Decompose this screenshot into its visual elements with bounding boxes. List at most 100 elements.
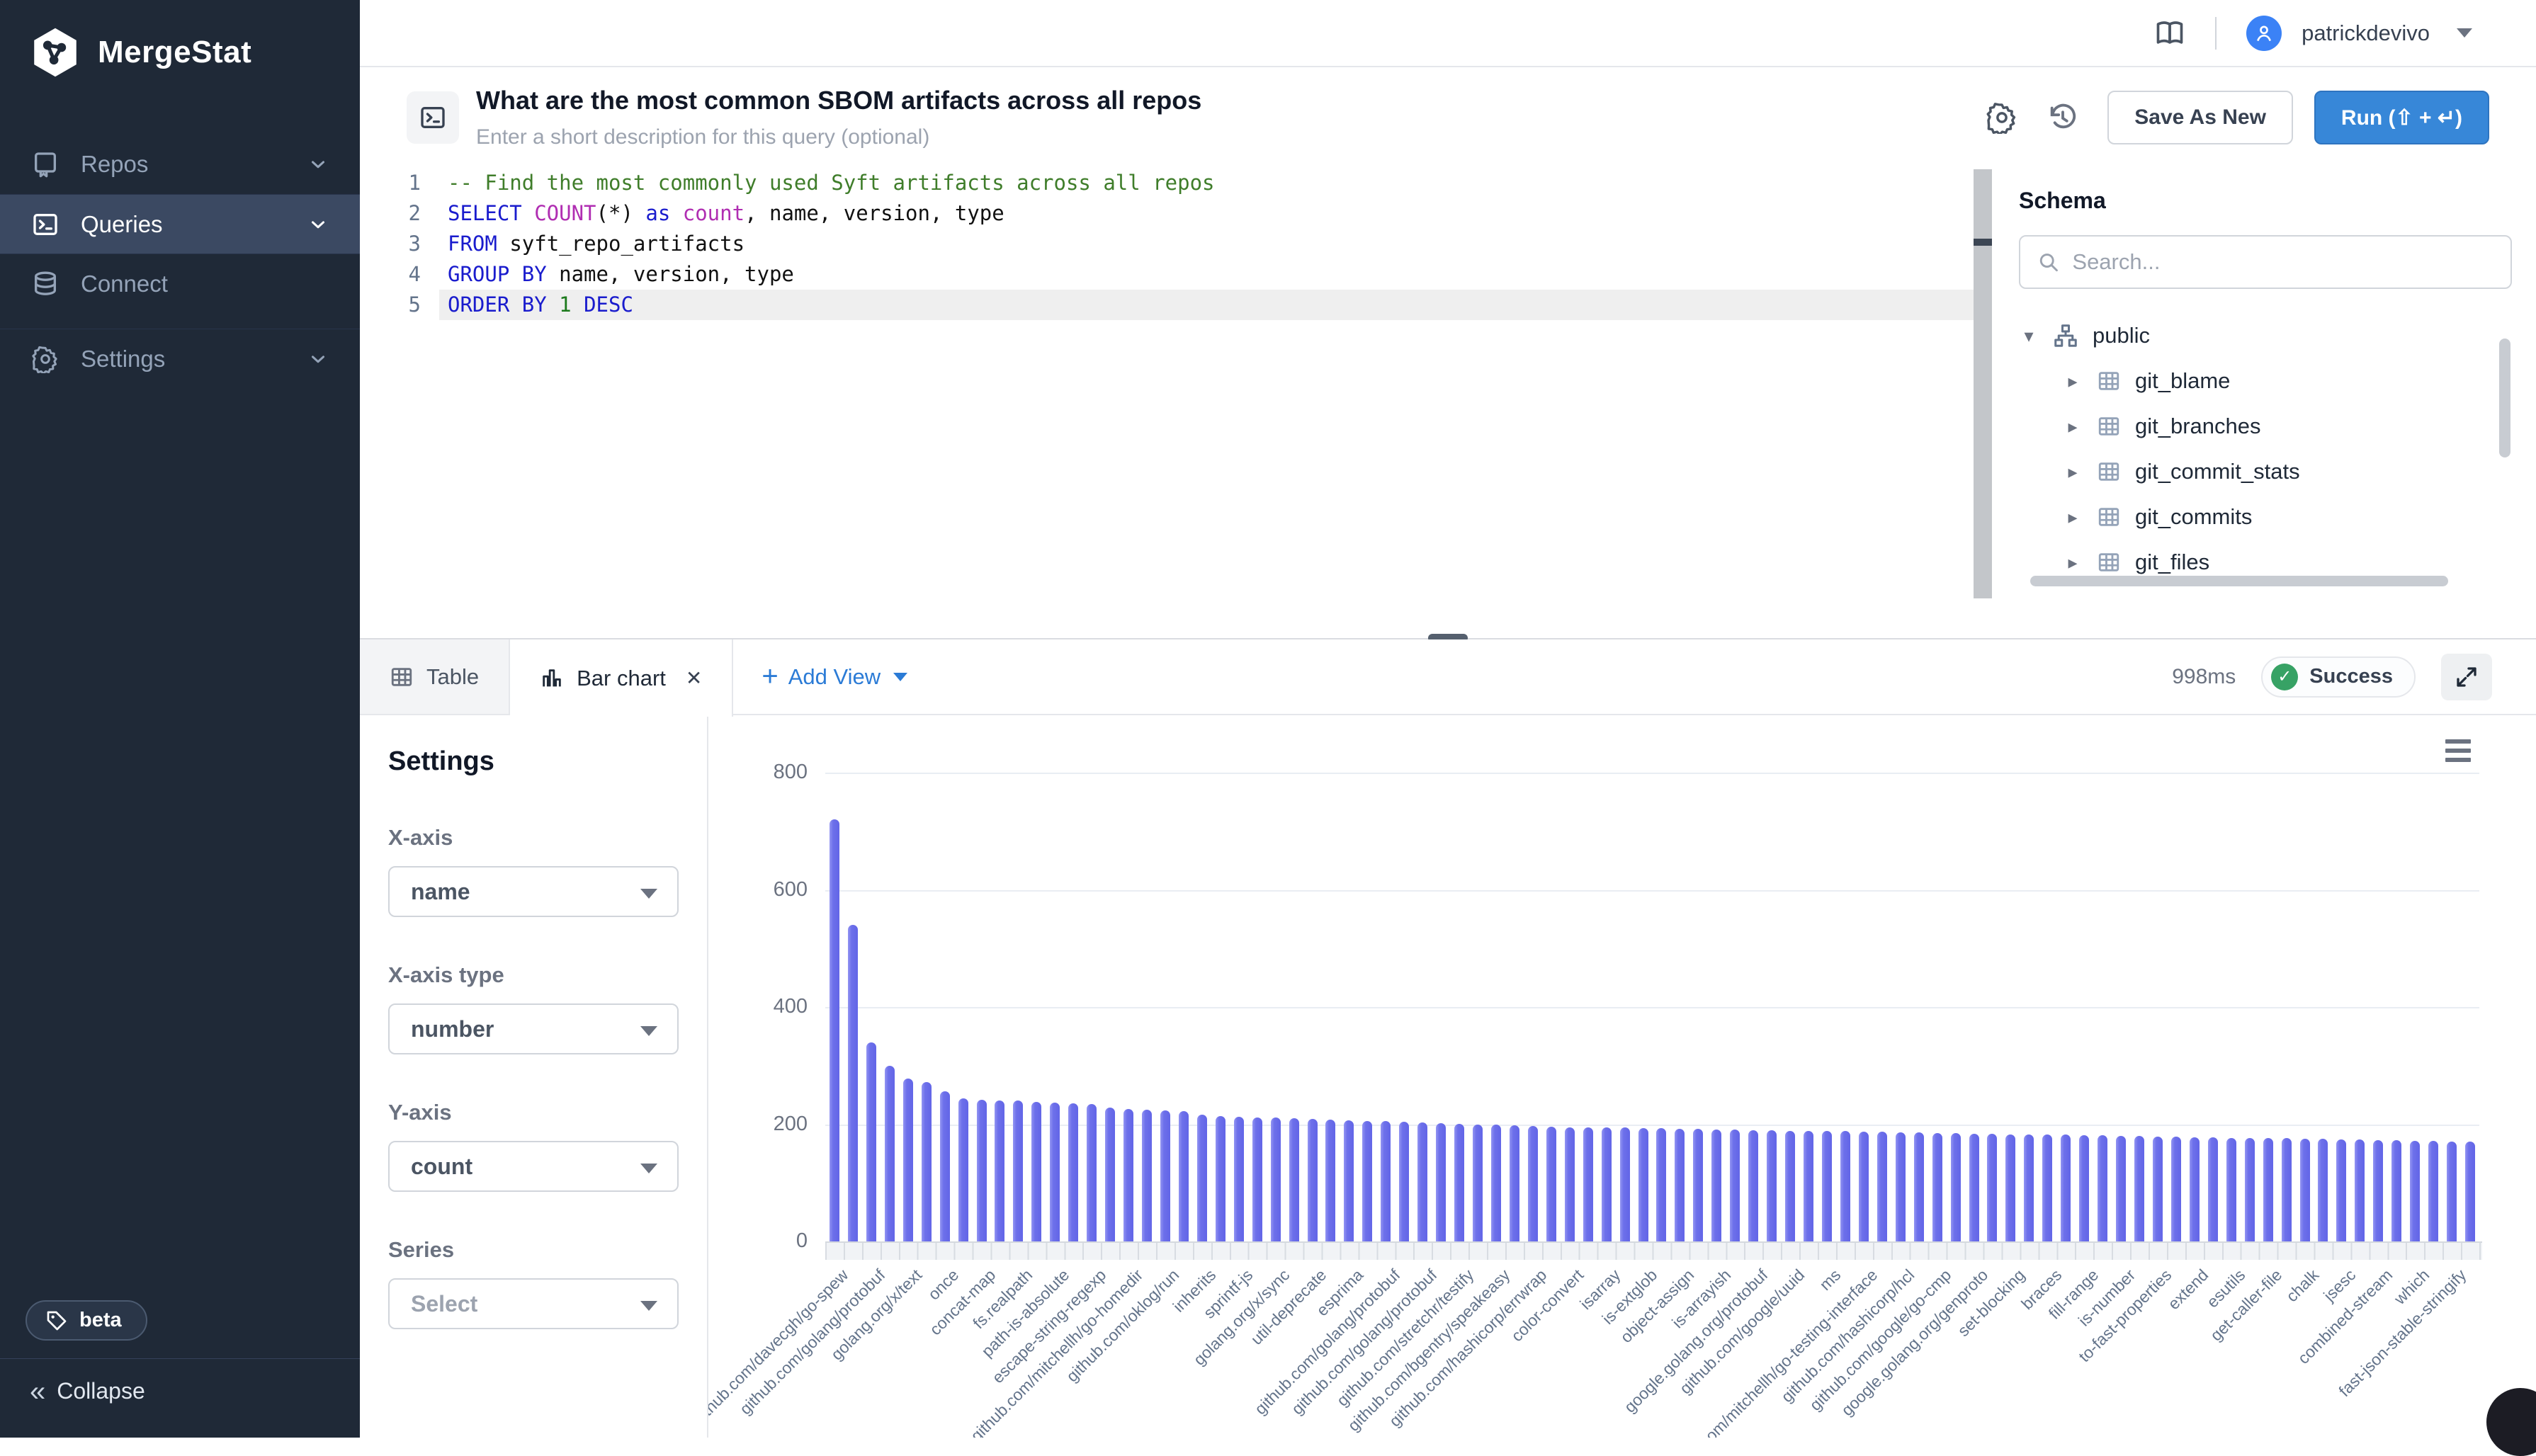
caret-right-icon[interactable]: ▸ bbox=[2063, 416, 2083, 438]
bar[interactable] bbox=[1289, 1118, 1299, 1241]
bar[interactable] bbox=[1179, 1111, 1189, 1241]
bar[interactable] bbox=[1638, 1128, 1648, 1241]
schema-table-row[interactable]: ▸git_commit_stats bbox=[2019, 449, 2512, 494]
code-line[interactable]: FROM syft_repo_artifacts bbox=[439, 229, 1974, 259]
bar[interactable] bbox=[1914, 1132, 1924, 1241]
bar[interactable] bbox=[958, 1098, 968, 1241]
bar[interactable] bbox=[1344, 1120, 1354, 1241]
bar[interactable] bbox=[1840, 1131, 1850, 1241]
bar[interactable] bbox=[2355, 1139, 2365, 1241]
avatar[interactable] bbox=[2246, 16, 2282, 51]
schema-search-input[interactable] bbox=[2072, 249, 2493, 275]
bar[interactable] bbox=[1160, 1110, 1170, 1241]
docs-book-icon[interactable] bbox=[2154, 18, 2185, 49]
bar[interactable] bbox=[1050, 1103, 1060, 1241]
bar[interactable] bbox=[1381, 1121, 1391, 1241]
schema-root-public[interactable]: ▾ public bbox=[2019, 313, 2512, 358]
sidebar-item-queries[interactable]: Queries bbox=[0, 194, 360, 254]
bar[interactable] bbox=[1216, 1116, 1225, 1241]
bar[interactable] bbox=[1969, 1134, 1979, 1241]
bar[interactable] bbox=[1510, 1125, 1519, 1241]
bar[interactable] bbox=[2061, 1134, 2071, 1241]
bar[interactable] bbox=[830, 819, 839, 1241]
bar[interactable] bbox=[885, 1066, 895, 1241]
bar[interactable] bbox=[1877, 1132, 1887, 1241]
bar[interactable] bbox=[1528, 1126, 1538, 1241]
sidebar-item-connect[interactable]: Connect bbox=[0, 254, 360, 313]
schema-table-row[interactable]: ▸git_blame bbox=[2019, 358, 2512, 404]
bar[interactable] bbox=[1031, 1102, 1041, 1241]
bar[interactable] bbox=[1068, 1103, 1078, 1241]
bar[interactable] bbox=[2428, 1141, 2438, 1241]
schema-search[interactable] bbox=[2019, 235, 2512, 289]
bar[interactable] bbox=[940, 1091, 950, 1241]
bar[interactable] bbox=[2410, 1141, 2420, 1241]
bar[interactable] bbox=[1308, 1119, 1318, 1241]
editor-schema-resizer[interactable] bbox=[1974, 169, 1992, 598]
bar[interactable] bbox=[1565, 1127, 1575, 1241]
bar[interactable] bbox=[1325, 1120, 1335, 1241]
bar[interactable] bbox=[1546, 1127, 1556, 1241]
user-menu-caret-icon[interactable] bbox=[2457, 28, 2472, 38]
field-select[interactable]: Select bbox=[388, 1278, 679, 1329]
bar[interactable] bbox=[1454, 1124, 1464, 1241]
bar[interactable] bbox=[1252, 1117, 1262, 1241]
code-line[interactable]: SELECT COUNT(*) as count, name, version,… bbox=[439, 198, 1974, 229]
bar[interactable] bbox=[1951, 1133, 1961, 1241]
caret-right-icon[interactable]: ▸ bbox=[2063, 552, 2083, 574]
caret-right-icon[interactable]: ▸ bbox=[2063, 370, 2083, 392]
code-line[interactable]: -- Find the most commonly used Syft arti… bbox=[439, 168, 1974, 198]
collapse-sidebar-button[interactable]: « Collapse bbox=[30, 1378, 145, 1404]
bar[interactable] bbox=[1656, 1128, 1666, 1241]
bar[interactable] bbox=[1271, 1117, 1281, 1241]
bar[interactable] bbox=[1105, 1108, 1115, 1241]
bar[interactable] bbox=[2171, 1137, 2181, 1241]
query-title[interactable]: What are the most common SBOM artifacts … bbox=[476, 86, 1986, 115]
bar[interactable] bbox=[1711, 1130, 1721, 1241]
caret-down-icon[interactable]: ▾ bbox=[2019, 325, 2039, 347]
query-history-icon[interactable] bbox=[2047, 101, 2079, 134]
bar[interactable] bbox=[2208, 1137, 2218, 1241]
close-tab-icon[interactable]: ✕ bbox=[686, 666, 702, 690]
bar[interactable] bbox=[1620, 1127, 1630, 1241]
bar[interactable] bbox=[2336, 1139, 2346, 1241]
sidebar-item-settings[interactable]: Settings bbox=[0, 329, 360, 388]
resizer-grip[interactable] bbox=[1974, 239, 1992, 246]
schema-table-row[interactable]: ▸git_branches bbox=[2019, 404, 2512, 449]
bar[interactable] bbox=[2153, 1137, 2163, 1241]
chart-menu-hamburger-icon[interactable] bbox=[2445, 739, 2471, 762]
bar[interactable] bbox=[2116, 1136, 2126, 1241]
bar[interactable] bbox=[2300, 1139, 2310, 1241]
sidebar-item-repos[interactable]: Repos bbox=[0, 135, 360, 194]
bar[interactable] bbox=[2465, 1142, 2475, 1241]
bar[interactable] bbox=[1602, 1127, 1612, 1241]
query-description-placeholder[interactable]: Enter a short description for this query… bbox=[476, 125, 1986, 149]
bar[interactable] bbox=[2447, 1142, 2457, 1242]
bar[interactable] bbox=[848, 925, 858, 1241]
bar[interactable] bbox=[2373, 1140, 2383, 1241]
bar[interactable] bbox=[2190, 1137, 2200, 1241]
bar[interactable] bbox=[2226, 1138, 2236, 1241]
bar[interactable] bbox=[1142, 1110, 1152, 1241]
bar[interactable] bbox=[2282, 1138, 2292, 1241]
schema-vertical-scrollbar[interactable] bbox=[2499, 339, 2510, 457]
bar[interactable] bbox=[2318, 1139, 2328, 1241]
bar[interactable] bbox=[1804, 1131, 1813, 1241]
bar[interactable] bbox=[977, 1100, 987, 1241]
caret-right-icon[interactable]: ▸ bbox=[2063, 461, 2083, 483]
field-select[interactable]: count bbox=[388, 1141, 679, 1192]
bar[interactable] bbox=[2134, 1136, 2144, 1241]
bar[interactable] bbox=[1087, 1104, 1097, 1241]
bar[interactable] bbox=[2079, 1135, 2089, 1241]
save-as-new-button[interactable]: Save As New bbox=[2107, 91, 2293, 144]
bar[interactable] bbox=[1473, 1125, 1483, 1242]
schema-horizontal-scrollbar[interactable] bbox=[2030, 576, 2448, 586]
username[interactable]: patrickdevivo bbox=[2302, 21, 2430, 46]
logo[interactable]: MergeStat bbox=[0, 0, 360, 79]
bar[interactable] bbox=[903, 1079, 913, 1241]
bar[interactable] bbox=[995, 1100, 1004, 1241]
bar[interactable] bbox=[1399, 1122, 1409, 1241]
field-select[interactable]: name bbox=[388, 866, 679, 917]
add-view-button[interactable]: + Add View bbox=[733, 639, 936, 714]
schema-table-row[interactable]: ▸git_commits bbox=[2019, 494, 2512, 540]
